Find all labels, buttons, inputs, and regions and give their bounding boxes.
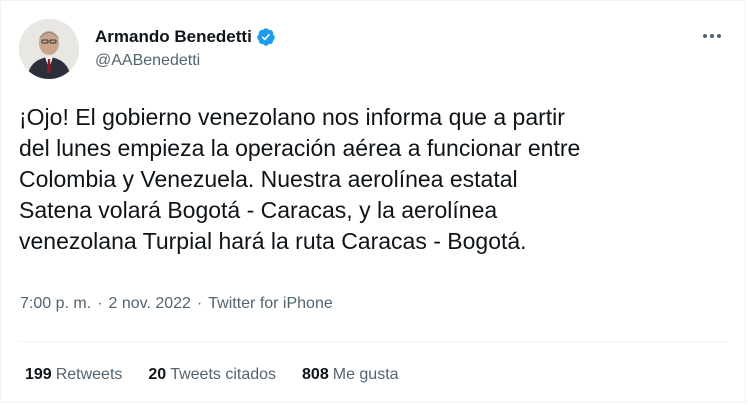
quotes-stat[interactable]: 20 Tweets citados — [148, 365, 276, 385]
meta-separator: · — [97, 295, 103, 312]
avatar[interactable] — [19, 19, 79, 79]
quotes-count: 20 — [148, 366, 167, 383]
tweet-time[interactable]: 7:00 p. m. — [20, 295, 91, 313]
user-info: Armando Benedetti @AABenedetti — [95, 26, 276, 72]
quotes-label: Tweets citados — [170, 366, 277, 383]
tweet-date[interactable]: 2 nov. 2022 — [108, 295, 190, 313]
divider — [19, 341, 727, 342]
verified-badge-icon — [256, 27, 276, 47]
tweet-card: Armando Benedetti @AABenedetti ¡Ojo! El … — [0, 0, 746, 403]
retweets-label: Retweets — [55, 366, 123, 383]
retweets-count: 199 — [25, 366, 52, 383]
user-handle[interactable]: @AABenedetti — [95, 50, 276, 72]
avatar-image — [19, 19, 79, 79]
retweets-stat[interactable]: 199 Retweets — [25, 365, 122, 385]
tweet-header: Armando Benedetti @AABenedetti — [19, 19, 276, 79]
meta-separator: · — [196, 295, 203, 312]
tweet-stats: 199 Retweets 20 Tweets citados 808 Me gusta — [25, 365, 425, 385]
display-name[interactable]: Armando Benedetti — [95, 26, 252, 48]
likes-stat[interactable]: 808 Me gusta — [302, 365, 399, 385]
tweet-source[interactable]: Twitter for iPhone — [208, 295, 333, 313]
tweet-text: ¡Ojo! El gobierno venezolano nos informa… — [19, 104, 581, 254]
tweet-meta: 7:00 p. m. · 2 nov. 2022 · Twitter for i… — [20, 295, 333, 313]
likes-count: 808 — [302, 366, 329, 383]
more-dots-icon[interactable] — [699, 23, 725, 49]
name-row: Armando Benedetti — [95, 26, 276, 48]
likes-label: Me gusta — [332, 366, 399, 383]
